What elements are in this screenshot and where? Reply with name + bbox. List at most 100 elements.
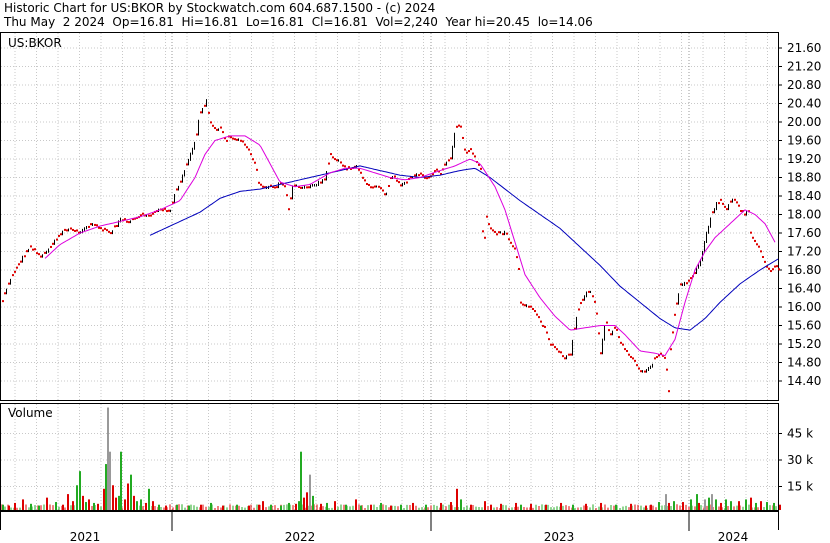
volume-bar [585,503,587,510]
volume-bar [115,497,117,510]
volume-bar [109,451,111,510]
volume-bar [730,501,732,510]
price-tick-label: 20.40 [787,97,821,111]
volume-bar [745,499,747,510]
volume-bar [704,499,706,510]
volume-bar [140,499,142,510]
volume-bar [572,504,574,510]
volume-bar [8,505,10,510]
volume-bar [103,488,105,510]
price-tick-label: 14.80 [787,356,821,370]
volume-bar [345,504,347,510]
volume-bar [165,505,167,510]
volume-bar [76,485,78,510]
volume-bar [696,494,698,510]
volume-bar [105,464,107,510]
volume-bar [400,504,402,510]
time-axis [0,511,779,531]
volume-bar [270,504,272,510]
volume-bar [14,502,16,510]
volume-bar [2,504,4,510]
volume-bar [148,488,150,510]
volume-bar [630,503,632,510]
volume-bar [615,504,617,510]
volume-bar [645,505,647,510]
volume-bar [85,502,87,510]
volume-bar [38,505,40,510]
volume-bar [560,502,562,510]
volume-bar [500,503,502,510]
volume-bar [97,503,99,510]
volume-bar [93,502,95,510]
volume-bar [650,504,652,510]
volume-bar [390,505,392,510]
volume-bar [470,504,472,510]
volume-bar [46,497,48,510]
volume-bar [236,504,238,510]
volume-bar [440,502,442,510]
volume-bar [107,407,109,510]
price-tick-label: 20.80 [787,78,821,92]
volume-tick-label: 15 k [787,480,813,494]
price-tick-label: 16.00 [787,300,821,314]
price-y-axis: 21.60 21.20 20.80 20.40 20.00 19.60 19.20 18.80… [778,41,821,388]
volume-bar [370,504,372,510]
price-tick-label: 17.20 [787,245,821,259]
volume-bar [456,488,458,510]
volume-bar [188,505,190,510]
volume-bar [124,499,126,510]
year-label: 2024 [718,530,749,543]
volume-bar [295,503,297,510]
volume-bar [600,502,602,510]
volume-y-axis: 45 k 30 k 15 k [778,427,813,494]
price-tick-label: 18.00 [787,208,821,222]
volume-bar [72,501,74,510]
volume-bar [779,504,781,510]
volume-bar [120,451,122,510]
price-tick-label: 16.80 [787,263,821,277]
volume-bar [766,502,768,510]
volume-bar [67,494,69,510]
volume-bar [515,502,517,510]
volume-bar [306,492,308,510]
volume-bar [490,504,492,510]
volume-bar [530,503,532,510]
volume-bar [312,495,314,510]
volume-bar [303,497,305,510]
volume-bar [738,501,740,510]
volume-bar [682,502,684,510]
volume-bar [545,504,547,510]
year-label: 2022 [285,530,316,543]
volume-bar [520,504,522,510]
volume-tick-label: 30 k [787,453,813,467]
volume-bar [82,495,84,510]
volume-bar [425,504,427,510]
price-tick-label: 15.20 [787,337,821,351]
volume-bar [760,501,762,510]
volume-bar [326,502,328,510]
volume-label: Volume [8,406,53,420]
volume-bar [118,495,120,510]
year-label: 2023 [544,530,575,543]
volume-bar [222,505,224,510]
price-tick-label: 14.40 [787,374,821,388]
volume-bar [380,502,382,510]
volume-bar [298,501,300,510]
volume-bar [320,503,322,510]
volume-bar [355,499,357,510]
volume-bar [288,502,290,510]
volume-bar [79,471,81,510]
volume-bar [88,499,90,510]
volume-bar [450,502,452,510]
volume-bar [750,497,752,510]
volume-bar [665,494,667,510]
volume-bar [127,483,129,510]
volume-bar [773,502,775,510]
symbol-label: US:BKOR [8,36,62,50]
volume-tick-label: 45 k [787,427,813,441]
volume-bar [668,502,670,510]
volume-bar [658,502,660,510]
volume-bar [280,505,282,510]
volume-bar [133,495,135,510]
volume-bar [152,501,154,510]
